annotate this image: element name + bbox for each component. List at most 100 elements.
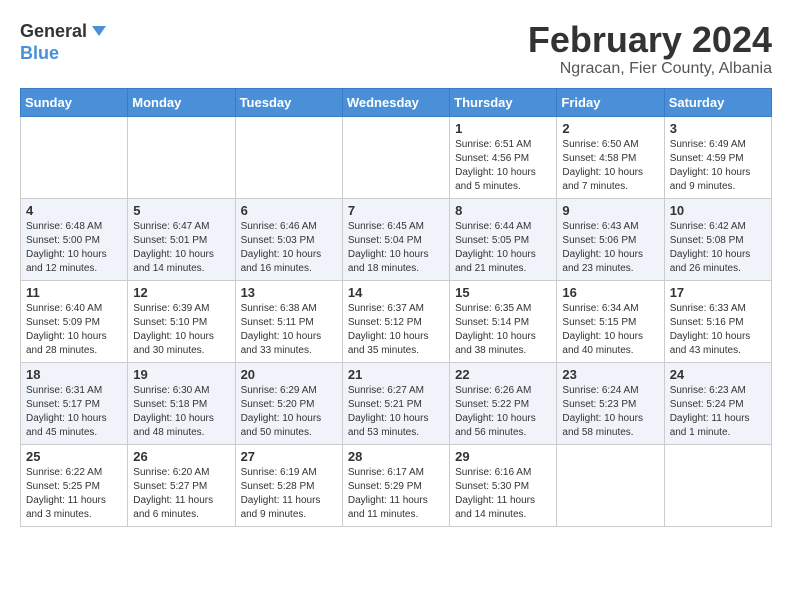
calendar-body: 1 Sunrise: 6:51 AM Sunset: 4:56 PM Daylig… xyxy=(21,116,772,526)
day-info: Sunrise: 6:47 AM Sunset: 5:01 PM Dayligh… xyxy=(133,220,229,276)
day-number: 25 xyxy=(26,449,122,464)
calendar-cell: 16 Sunrise: 6:34 AM Sunset: 5:15 PM Dayli… xyxy=(557,280,664,362)
logo: General Blue xyxy=(20,20,108,64)
calendar-cell: 3 Sunrise: 6:49 AM Sunset: 4:59 PM Daylig… xyxy=(664,116,771,198)
day-number: 29 xyxy=(455,449,551,464)
day-info: Sunrise: 6:31 AM Sunset: 5:17 PM Dayligh… xyxy=(26,384,122,440)
day-info: Sunrise: 6:30 AM Sunset: 5:18 PM Dayligh… xyxy=(133,384,229,440)
calendar-cell: 15Sunrise: 6:35 AM Sunset: 5:14 PM Dayli… xyxy=(450,280,557,362)
day-info: Sunrise: 6:51 AM Sunset: 4:56 PM Dayligh… xyxy=(455,138,551,194)
day-info: Sunrise: 6:20 AM Sunset: 5:27 PM Dayligh… xyxy=(133,466,229,522)
calendar-cell: 20Sunrise: 6:29 AM Sunset: 5:20 PM Dayli… xyxy=(235,362,342,444)
calendar-cell: 14 Sunrise: 6:37 AM Sunset: 5:12 PM Dayli… xyxy=(342,280,449,362)
calendar-cell: 10 Sunrise: 6:42 AM Sunset: 5:08 PM Dayli… xyxy=(664,198,771,280)
day-number: 22 xyxy=(455,367,551,382)
day-number: 20 xyxy=(241,367,337,382)
day-number: 11 xyxy=(26,285,122,300)
day-number: 19 xyxy=(133,367,229,382)
day-number: 23 xyxy=(562,367,658,382)
page-title: February 2024 xyxy=(528,20,772,60)
calendar-cell: 5Sunrise: 6:47 AM Sunset: 5:01 PM Daylig… xyxy=(128,198,235,280)
calendar-header-cell: Sunday xyxy=(21,88,128,116)
day-number: 26 xyxy=(133,449,229,464)
day-info: Sunrise: 6:35 AM Sunset: 5:14 PM Dayligh… xyxy=(455,302,551,358)
calendar-week-row: 18 Sunrise: 6:31 AM Sunset: 5:17 PM Dayli… xyxy=(21,362,772,444)
day-number: 10 xyxy=(670,203,766,218)
day-info: Sunrise: 6:22 AM Sunset: 5:25 PM Dayligh… xyxy=(26,466,122,522)
calendar-week-row: 25 Sunrise: 6:22 AM Sunset: 5:25 PM Dayli… xyxy=(21,444,772,526)
day-info: Sunrise: 6:26 AM Sunset: 5:22 PM Dayligh… xyxy=(455,384,551,440)
day-number: 2 xyxy=(562,121,658,136)
calendar-week-row: 4Sunrise: 6:48 AM Sunset: 5:00 PM Daylig… xyxy=(21,198,772,280)
calendar-cell: 9 Sunrise: 6:43 AM Sunset: 5:06 PM Daylig… xyxy=(557,198,664,280)
day-info: Sunrise: 6:46 AM Sunset: 5:03 PM Dayligh… xyxy=(241,220,337,276)
title-section: February 2024 Ngracan, Fier County, Alba… xyxy=(528,20,772,78)
logo-blue: Blue xyxy=(20,43,59,63)
calendar-cell: 21 Sunrise: 6:27 AM Sunset: 5:21 PM Dayli… xyxy=(342,362,449,444)
day-info: Sunrise: 6:37 AM Sunset: 5:12 PM Dayligh… xyxy=(348,302,444,358)
calendar-cell: 22 Sunrise: 6:26 AM Sunset: 5:22 PM Dayli… xyxy=(450,362,557,444)
calendar-cell: 24Sunrise: 6:23 AM Sunset: 5:24 PM Dayli… xyxy=(664,362,771,444)
day-info: Sunrise: 6:17 AM Sunset: 5:29 PM Dayligh… xyxy=(348,466,444,522)
day-info: Sunrise: 6:34 AM Sunset: 5:15 PM Dayligh… xyxy=(562,302,658,358)
calendar-cell: 29 Sunrise: 6:16 AM Sunset: 5:30 PM Dayli… xyxy=(450,444,557,526)
day-info: Sunrise: 6:40 AM Sunset: 5:09 PM Dayligh… xyxy=(26,302,122,358)
calendar-header-cell: Monday xyxy=(128,88,235,116)
calendar-header-cell: Friday xyxy=(557,88,664,116)
calendar-cell: 25 Sunrise: 6:22 AM Sunset: 5:25 PM Dayli… xyxy=(21,444,128,526)
calendar-cell: 8Sunrise: 6:44 AM Sunset: 5:05 PM Daylig… xyxy=(450,198,557,280)
calendar-week-row: 1 Sunrise: 6:51 AM Sunset: 4:56 PM Daylig… xyxy=(21,116,772,198)
calendar-cell: 23Sunrise: 6:24 AM Sunset: 5:23 PM Dayli… xyxy=(557,362,664,444)
logo-arrow-icon xyxy=(90,20,108,43)
day-info: Sunrise: 6:33 AM Sunset: 5:16 PM Dayligh… xyxy=(670,302,766,358)
calendar-cell: 7 Sunrise: 6:45 AM Sunset: 5:04 PM Daylig… xyxy=(342,198,449,280)
day-info: Sunrise: 6:19 AM Sunset: 5:28 PM Dayligh… xyxy=(241,466,337,522)
calendar-header-cell: Tuesday xyxy=(235,88,342,116)
calendar-cell: 2 Sunrise: 6:50 AM Sunset: 4:58 PM Daylig… xyxy=(557,116,664,198)
calendar-cell: 1 Sunrise: 6:51 AM Sunset: 4:56 PM Daylig… xyxy=(450,116,557,198)
day-number: 18 xyxy=(26,367,122,382)
calendar-cell xyxy=(235,116,342,198)
calendar-cell xyxy=(128,116,235,198)
day-info: Sunrise: 6:50 AM Sunset: 4:58 PM Dayligh… xyxy=(562,138,658,194)
day-info: Sunrise: 6:44 AM Sunset: 5:05 PM Dayligh… xyxy=(455,220,551,276)
calendar-cell: 28 Sunrise: 6:17 AM Sunset: 5:29 PM Dayli… xyxy=(342,444,449,526)
calendar-header-cell: Saturday xyxy=(664,88,771,116)
day-info: Sunrise: 6:16 AM Sunset: 5:30 PM Dayligh… xyxy=(455,466,551,522)
day-number: 21 xyxy=(348,367,444,382)
day-info: Sunrise: 6:27 AM Sunset: 5:21 PM Dayligh… xyxy=(348,384,444,440)
day-info: Sunrise: 6:49 AM Sunset: 4:59 PM Dayligh… xyxy=(670,138,766,194)
calendar-cell xyxy=(664,444,771,526)
calendar-cell: 17Sunrise: 6:33 AM Sunset: 5:16 PM Dayli… xyxy=(664,280,771,362)
day-number: 1 xyxy=(455,121,551,136)
calendar-header: SundayMondayTuesdayWednesdayThursdayFrid… xyxy=(21,88,772,116)
day-info: Sunrise: 6:45 AM Sunset: 5:04 PM Dayligh… xyxy=(348,220,444,276)
day-info: Sunrise: 6:39 AM Sunset: 5:10 PM Dayligh… xyxy=(133,302,229,358)
day-number: 7 xyxy=(348,203,444,218)
day-number: 3 xyxy=(670,121,766,136)
day-number: 16 xyxy=(562,285,658,300)
day-number: 6 xyxy=(241,203,337,218)
day-number: 14 xyxy=(348,285,444,300)
calendar-cell xyxy=(557,444,664,526)
day-number: 27 xyxy=(241,449,337,464)
calendar-header-cell: Wednesday xyxy=(342,88,449,116)
calendar-cell: 13 Sunrise: 6:38 AM Sunset: 5:11 PM Dayli… xyxy=(235,280,342,362)
day-number: 9 xyxy=(562,203,658,218)
day-info: Sunrise: 6:23 AM Sunset: 5:24 PM Dayligh… xyxy=(670,384,766,440)
page-header: General Blue February 2024 Ngracan, Fier… xyxy=(20,20,772,78)
day-number: 28 xyxy=(348,449,444,464)
calendar-header-cell: Thursday xyxy=(450,88,557,116)
day-number: 13 xyxy=(241,285,337,300)
calendar-cell: 27 Sunrise: 6:19 AM Sunset: 5:28 PM Dayli… xyxy=(235,444,342,526)
calendar-table: SundayMondayTuesdayWednesdayThursdayFrid… xyxy=(20,88,772,527)
day-info: Sunrise: 6:43 AM Sunset: 5:06 PM Dayligh… xyxy=(562,220,658,276)
day-info: Sunrise: 6:42 AM Sunset: 5:08 PM Dayligh… xyxy=(670,220,766,276)
calendar-cell: 6 Sunrise: 6:46 AM Sunset: 5:03 PM Daylig… xyxy=(235,198,342,280)
calendar-cell: 11 Sunrise: 6:40 AM Sunset: 5:09 PM Dayli… xyxy=(21,280,128,362)
calendar-cell: 12 Sunrise: 6:39 AM Sunset: 5:10 PM Dayli… xyxy=(128,280,235,362)
day-info: Sunrise: 6:38 AM Sunset: 5:11 PM Dayligh… xyxy=(241,302,337,358)
day-number: 12 xyxy=(133,285,229,300)
logo-general: General xyxy=(20,21,87,42)
calendar-header-row: SundayMondayTuesdayWednesdayThursdayFrid… xyxy=(21,88,772,116)
